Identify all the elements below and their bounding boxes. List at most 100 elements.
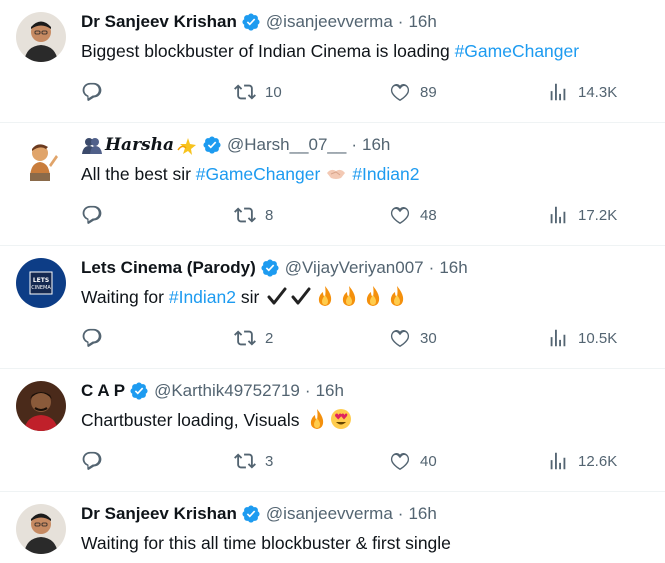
action-bar: 2 30 10.5K [81,326,641,350]
verified-badge-icon [260,258,280,278]
retweet-icon [234,453,256,469]
tweet-text: All the best sir #GameChanger #Indian2 [81,161,419,187]
tweet-text: Chartbuster loading, Visuals [81,407,352,433]
tweet-text: Waiting for #Indian2 sir [81,284,408,310]
text-segment: All the best sir [81,164,196,184]
timestamp[interactable]: 16h [316,379,344,403]
tweet-header: Harsha @Harsh__07__ · 16h [81,133,390,157]
text-segment: Waiting for [81,287,169,307]
fire-emoji [362,285,384,307]
views-button[interactable]: 10.5K [547,326,617,350]
author-handle[interactable]: @isanjeevverma [266,502,393,526]
hashtag-link[interactable]: #Indian2 [169,287,236,307]
hashtag-link[interactable]: #GameChanger [196,164,321,184]
author-name[interactable]: Dr Sanjeev Krishan [81,502,237,526]
author-name[interactable]: C A P [81,379,125,403]
verified-badge-icon [202,135,222,155]
check-emoji [290,285,312,307]
views-icon [550,206,566,224]
avatar[interactable] [16,135,66,185]
retweet-icon [234,207,256,223]
views-icon [550,452,566,470]
views-button[interactable]: 17.2K [547,203,617,227]
tweet-header: C A P @Karthik49752719 · 16h [81,379,344,403]
retweet-button[interactable]: 8 [234,203,273,227]
verified-badge-icon [241,504,261,524]
tweet[interactable]: Harsha @Harsh__07__ · 16h All the best s… [0,123,665,246]
tweet-header: Lets Cinema (Parody) @VijayVeriyan007 · … [81,256,468,280]
separator-dot: · [351,135,357,154]
timestamp[interactable]: 16h [408,502,436,526]
reply-icon [82,451,102,470]
avatar[interactable] [16,12,66,62]
retweet-button[interactable]: 2 [234,326,273,350]
tweet[interactable]: C A P @Karthik49752719 · 16h Chartbuster… [0,369,665,492]
retweet-count: 10 [265,83,282,101]
author-handle[interactable]: @Harsh__07__ [227,133,346,157]
tweet[interactable]: Dr Sanjeev Krishan @isanjeevverma · 16h … [0,0,665,123]
retweet-button[interactable]: 3 [234,449,273,473]
like-icon [390,206,410,224]
text-segment: sir [236,287,265,307]
verified-badge-icon [241,12,261,32]
like-icon [390,329,410,347]
avatar[interactable] [16,504,66,554]
views-button[interactable]: 14.3K [547,80,617,104]
retweet-icon [234,84,256,100]
timestamp[interactable]: 16h [362,133,390,157]
like-button[interactable]: 89 [389,80,437,104]
reply-icon [82,205,102,224]
dizzy-emoji [176,134,198,156]
text-segment: Waiting for this all time blockbuster & … [81,533,451,553]
reply-button[interactable] [81,326,112,350]
avatar[interactable]: LETS CINEMA [16,258,66,308]
author-handle[interactable]: @isanjeevverma [266,10,393,34]
author-name[interactable]: Dr Sanjeev Krishan [81,10,237,34]
views-count: 10.5K [578,329,618,347]
separator-dot: · [304,381,311,400]
text-segment: Chartbuster loading, Visuals [81,410,305,430]
like-button[interactable]: 30 [389,326,437,350]
hashtag-link[interactable]: #Indian2 [352,164,419,184]
action-bar: 3 40 12.6K [81,449,641,473]
views-count: 14.3K [578,83,618,101]
author-name[interactable]: Harsha [105,133,174,157]
action-bar: 10 89 14.3K [81,80,641,104]
retweet-count: 3 [265,452,274,470]
handshake-emoji [325,162,347,184]
text-segment: Biggest blockbuster of Indian Cinema is … [81,41,455,61]
views-count: 17.2K [578,206,618,224]
reply-button[interactable] [81,80,112,104]
views-icon [550,329,566,347]
tweet-text: Waiting for this all time blockbuster & … [81,530,451,556]
separator-dot: · [428,258,435,277]
tweet[interactable]: Dr Sanjeev Krishan @isanjeevverma · 16h … [0,492,665,563]
author-name[interactable]: Lets Cinema (Parody) [81,256,256,280]
like-icon [390,452,410,470]
views-count: 12.6K [578,452,618,470]
views-icon [550,83,566,101]
svg-text:CINEMA: CINEMA [31,285,51,291]
timestamp[interactable]: 16h [408,10,436,34]
like-count: 40 [420,452,437,470]
tweet[interactable]: LETS CINEMA Lets Cinema (Parody) @VijayVe… [0,246,665,369]
timeline-feed: Dr Sanjeev Krishan @isanjeevverma · 16h … [0,0,665,563]
tweet-header: Dr Sanjeev Krishan @isanjeevverma · 16h [81,10,437,34]
like-button[interactable]: 48 [389,203,437,227]
check-emoji [266,285,288,307]
avatar[interactable] [16,381,66,431]
fire-emoji [386,285,408,307]
action-bar: 8 48 17.2K [81,203,641,227]
author-handle[interactable]: @Karthik49752719 [154,379,300,403]
reply-button[interactable] [81,203,112,227]
reply-button[interactable] [81,449,112,473]
timestamp[interactable]: 16h [439,256,467,280]
retweet-count: 2 [265,329,274,347]
views-button[interactable]: 12.6K [547,449,617,473]
retweet-button[interactable]: 10 [234,80,282,104]
svg-text:LETS: LETS [33,277,49,284]
hashtag-link[interactable]: #GameChanger [455,41,580,61]
like-count: 48 [420,206,437,224]
author-handle[interactable]: @VijayVeriyan007 [285,256,424,280]
like-button[interactable]: 40 [389,449,437,473]
